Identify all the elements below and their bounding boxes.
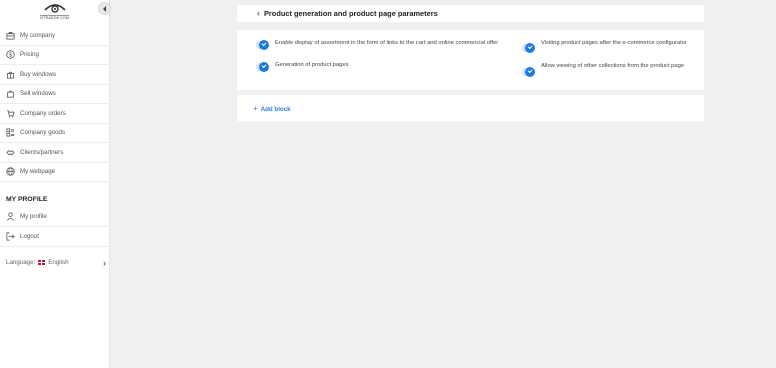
sidebar-item-label: Logout xyxy=(20,233,39,240)
sidebar-item-buy-windows[interactable]: Buy windows xyxy=(0,65,110,85)
param-label: Allow viewing of other collections from … xyxy=(541,63,685,69)
sidebar-item-label: Buy windows xyxy=(20,70,57,78)
param-label: Visiting product pages after the e-comme… xyxy=(541,40,687,46)
logo-emblem-icon xyxy=(43,3,66,13)
logo[interactable]: VITRASOK.COM xyxy=(0,0,109,23)
orders-icon xyxy=(6,109,15,118)
checked-toggle-icon[interactable] xyxy=(259,40,269,50)
language-label: Language: xyxy=(6,259,36,266)
sidebar-item-label: Sell windows xyxy=(20,90,56,98)
sidebar-item-my-profile[interactable]: My profile xyxy=(0,207,110,227)
add-block-label: Add block xyxy=(260,105,291,113)
sidebar-item-label: Pricing xyxy=(20,51,39,59)
param-assortment-links[interactable]: Enable display of assortment in the form… xyxy=(259,40,499,50)
params-card: Enable display of assortment in the form… xyxy=(237,30,704,90)
sidebar-item-label: Company goods xyxy=(20,129,66,137)
checked-toggle-icon[interactable] xyxy=(525,67,535,77)
profile-section-title: MY PROFILE xyxy=(6,196,48,203)
sidebar-item-label: My company xyxy=(20,31,56,39)
globe-icon xyxy=(6,167,15,176)
dollar-icon: $ xyxy=(6,50,15,59)
collapse-sidebar-button[interactable] xyxy=(98,2,111,15)
param-generation-product-pages[interactable]: Generation of product pages xyxy=(259,62,499,72)
sidebar-menu: My company $ Pricing Buy windows Sell wi… xyxy=(0,26,110,182)
sidebar-item-my-webpage[interactable]: My webpage xyxy=(0,163,110,182)
sidebar-item-clients-partners[interactable]: Clients/partners xyxy=(0,143,110,163)
sidebar-item-logout[interactable]: Logout xyxy=(0,227,110,247)
svg-text:$: $ xyxy=(9,53,12,59)
user-icon xyxy=(6,212,15,221)
param-label: Enable display of assortment in the form… xyxy=(275,40,499,46)
sidebar-item-pricing[interactable]: $ Pricing xyxy=(0,46,110,65)
language-value: English xyxy=(48,259,69,266)
add-block-button[interactable]: + Add block xyxy=(253,104,291,113)
sidebar-item-sell-windows[interactable]: Sell windows xyxy=(0,85,110,104)
sidebar-item-my-company[interactable]: My company xyxy=(0,26,110,46)
sidebar-item-label: Company orders xyxy=(20,109,66,117)
sidebar: VITRASOK.COM My company $ Pricing Buy wi… xyxy=(0,0,111,368)
uk-flag-icon xyxy=(38,260,46,265)
logout-icon xyxy=(6,232,15,241)
page-header: ‹ Product generation and product page pa… xyxy=(237,5,704,22)
checked-toggle-icon[interactable] xyxy=(525,43,535,53)
cart-icon xyxy=(6,70,15,79)
chevron-right-icon: › xyxy=(103,258,106,268)
page-title: Product generation and product page para… xyxy=(264,9,438,18)
goods-icon xyxy=(6,128,15,137)
bag-icon xyxy=(6,89,15,98)
sidebar-item-company-goods[interactable]: Company goods xyxy=(0,124,110,143)
param-label: Generation of product pages xyxy=(275,62,349,68)
profile-menu: My profile Logout xyxy=(0,207,110,247)
add-block-card: + Add block xyxy=(237,95,704,121)
handshake-icon xyxy=(6,148,15,157)
param-visiting-product-pages[interactable]: Visiting product pages after the e-comme… xyxy=(525,40,695,53)
logo-text: VITRASOK.COM xyxy=(39,14,70,21)
back-arrow-icon[interactable]: ‹ xyxy=(257,8,260,18)
plus-icon: + xyxy=(253,103,258,113)
sidebar-item-label: My webpage xyxy=(20,168,56,176)
checked-toggle-icon[interactable] xyxy=(259,62,269,72)
sidebar-item-label: My profile xyxy=(20,213,47,220)
collapse-arrow-icon xyxy=(103,5,106,12)
language-selector[interactable]: Language: English › xyxy=(6,258,106,268)
sidebar-item-label: Clients/partners xyxy=(20,148,64,156)
sidebar-item-company-orders[interactable]: Company orders xyxy=(0,104,110,124)
param-view-other-collections[interactable]: Allow viewing of other collections from … xyxy=(525,63,695,77)
briefcase-icon xyxy=(6,31,15,40)
